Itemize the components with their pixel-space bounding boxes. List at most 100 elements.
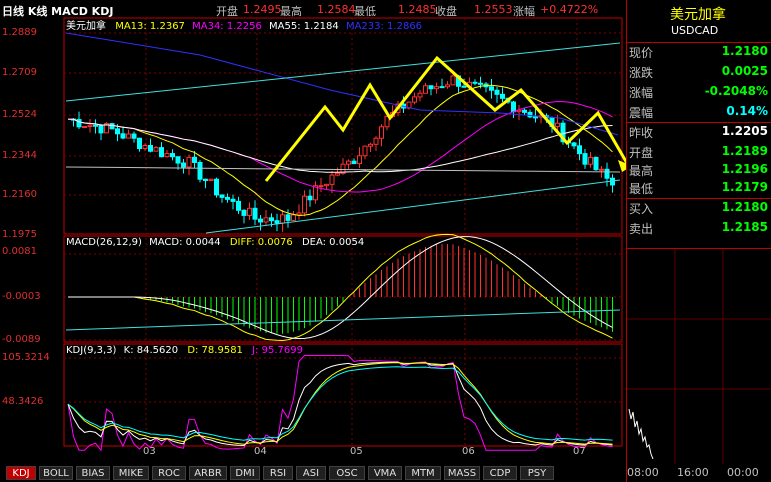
macd-tick-1: -0.0003 [2,291,41,302]
candle-body [291,214,296,221]
panel-frame [63,343,623,447]
tab-cdp[interactable]: CDP [483,466,517,480]
candle-body [478,82,483,85]
candle-body [219,194,225,198]
candle-body [214,178,219,196]
candle-body [120,133,126,139]
candle-body [329,174,335,185]
ma34-label: MA34: 1.2256 [192,21,262,32]
quote-row: 最低 1.2179 [627,178,771,198]
month-label-03: 03 [143,446,156,457]
candle-body [368,143,373,147]
candle-body [230,198,236,202]
tab-kdj[interactable]: KDJ [6,466,36,480]
macd-tick-2: -0.0089 [2,334,41,345]
dea-value: DEA: 0.0054 [301,237,365,248]
quote-name: 美元加拿 [670,7,726,23]
quote-row-label: 震幅 [629,106,654,120]
quote-row-label: 现价 [629,46,654,60]
tab-mtm[interactable]: MTM [405,466,441,480]
candle-body [527,111,533,118]
candle-body [93,124,98,127]
kdj-aux-line [67,366,613,441]
candle-body [412,96,417,103]
candle-body [137,137,142,150]
indicator-tabs: KDJ BOLL BIAS MIKE ROC ARBR DMI RSI ASI OSC VMA MTM… [0,464,626,482]
quote-row: 昨收 1.2205 [627,122,771,142]
candle-body [148,145,153,152]
candle-body [307,195,313,201]
tab-osc[interactable]: OSC [329,466,365,480]
quote-row-value: 0.0025 [721,64,768,78]
candle-body [577,145,582,155]
quote-row-label: 涨幅 [629,86,654,100]
candles [71,72,615,232]
candle-body [500,93,505,99]
quote-row: 涨跌 0.0025 [627,62,771,82]
candle-body [318,185,324,188]
tab-dmi[interactable]: DMI [230,466,260,480]
kdj-tick-0: 105.3214 [2,352,50,363]
j-value: J: 95.7699 [252,345,303,356]
main-chart[interactable] [0,0,626,464]
tab-mass[interactable]: MASS [444,466,480,480]
quote-header: 美元加拿 USDCAD [627,0,771,43]
quote-row-label: 昨收 [629,126,654,140]
d-value: D: 78.9581 [187,345,243,356]
candle-body [555,122,560,127]
kdj-title: KDJ(9,3,3) [66,345,117,356]
candle-body [582,153,588,165]
macd-bars [65,233,621,341]
tab-arbr[interactable]: ARBR [189,466,227,480]
candle-body [203,178,208,181]
quote-row: 卖出 1.2185 [627,218,771,238]
tab-mike[interactable]: MIKE [113,466,149,480]
candle-body [208,178,214,181]
candle-body [351,160,357,165]
macd-title: MACD(26,12,9) [66,237,142,248]
tab-bias[interactable]: BIAS [76,466,110,480]
candle-body [296,212,302,216]
chart-grid [63,17,623,447]
quote-row-value: 0.14% [726,104,768,118]
price-legend: 美元加拿 MA13: 1.2367 MA34: 1.2256 MA55: 1.2… [66,17,422,32]
quote-row-label: 最低 [629,182,654,196]
tab-boll[interactable]: BOLL [39,466,73,480]
candle-body [236,200,241,211]
quote-row-value: 1.2205 [721,124,768,138]
diff-line [68,233,613,341]
candle-body [280,214,285,224]
candle-body [192,156,197,163]
price-tick-2: 1.2524 [2,109,37,120]
candle-body [186,156,192,168]
candle-body [357,155,362,165]
candle-body [258,218,263,223]
candle-body [599,168,604,171]
candle-body [82,126,87,129]
candle-body [241,209,247,216]
tab-psy[interactable]: PSY [520,466,554,480]
quote-row-value: 1.2185 [721,220,768,234]
candle-body [571,142,577,147]
tab-roc[interactable]: ROC [152,466,186,480]
quote-row-label: 开盘 [629,146,654,160]
candle-body [164,153,170,158]
month-label-05: 05 [350,446,363,457]
trend-zigzag [264,55,626,182]
time-0000: 00:00 [727,466,759,479]
candle-body [225,196,230,200]
candle-body [285,214,291,221]
quote-row: 震幅 0.14% [627,102,771,122]
month-label-07: 07 [573,446,586,457]
candle-body [269,217,274,222]
candle-body [533,116,538,119]
candle-body [472,81,478,84]
tab-asi[interactable]: ASI [296,466,326,480]
candle-body [126,133,131,139]
tab-vma[interactable]: VMA [368,466,402,480]
quote-row-value: 1.2179 [721,180,768,194]
channel-upper [65,42,621,102]
candle-body [87,124,93,128]
tab-rsi[interactable]: RSI [263,466,293,480]
indicator-lines [65,32,626,234]
